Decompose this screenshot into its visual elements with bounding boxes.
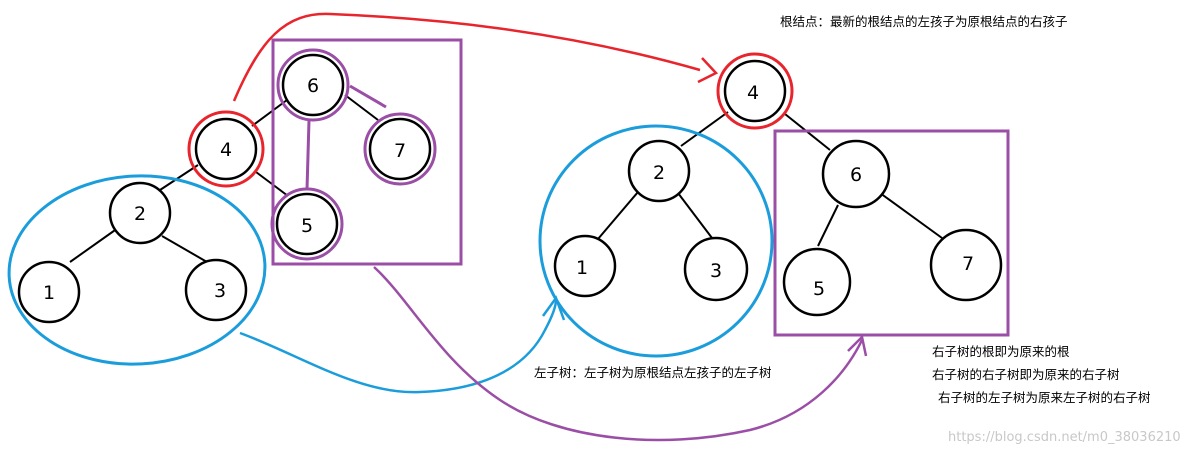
node-1-after-label: 1 — [576, 257, 588, 279]
node-5-after-label: 5 — [813, 278, 825, 300]
node-6-before-label: 6 — [307, 75, 319, 97]
node-7-after-label: 7 — [962, 253, 974, 275]
left-subtree-note: 左子树：左子树为原根结点左孩子的左子树 — [534, 365, 772, 380]
node-1-before-label: 1 — [43, 282, 55, 304]
node-5-before-label: 5 — [301, 215, 313, 237]
edge-6-5-purple — [305, 119, 311, 191]
edge-6-4 — [251, 99, 288, 127]
edge-2-1 — [69, 227, 119, 263]
right-subtree-note-2: 右子树的右子树即为原来的右子树 — [932, 367, 1120, 382]
right-subtree-note-3: 右子树的左子树为原来左子树的右子树 — [938, 390, 1151, 405]
node-3-after-label: 3 — [710, 260, 722, 282]
red-arrowhead — [697, 57, 719, 84]
blue-arrow-left-subtree — [239, 299, 558, 394]
root-note: 根结点：最新的根结点的左孩子为原根结点的右孩子 — [780, 14, 1068, 29]
edge-6-5-after — [817, 204, 839, 247]
edge-2-3-after — [677, 192, 713, 239]
right-subtree-note-1: 右子树的根即为原来的根 — [932, 344, 1070, 359]
node-6-after-label: 6 — [850, 164, 862, 186]
edge-6-7-after — [879, 192, 943, 239]
node-3-before-label: 3 — [214, 280, 226, 302]
edge-2-3 — [161, 235, 208, 263]
node-7-before-label: 7 — [394, 140, 406, 162]
watermark: https://blog.csdn.net/m0_38036210 — [948, 430, 1181, 445]
node-4-before-label: 4 — [220, 139, 232, 161]
node-2-after-label: 2 — [653, 162, 665, 184]
node-2-before-label: 2 — [134, 203, 146, 225]
node-4-after-label: 4 — [747, 82, 759, 104]
edge-2-1-after — [597, 191, 639, 240]
purple-arrowhead — [847, 334, 868, 357]
